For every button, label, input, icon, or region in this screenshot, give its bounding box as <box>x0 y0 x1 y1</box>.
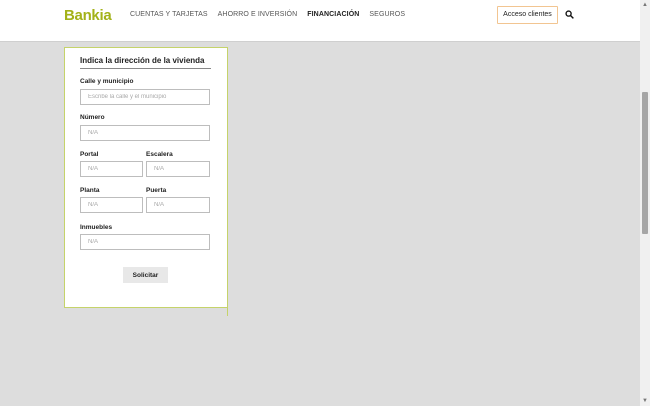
address-form-card: Indica la dirección de la vivienda Calle… <box>64 47 228 308</box>
scroll-thumb[interactable] <box>642 92 648 234</box>
door-input[interactable] <box>146 197 210 213</box>
properties-input[interactable] <box>80 234 210 250</box>
properties-label: Inmuebles <box>80 224 113 231</box>
nav-item-ahorro[interactable]: AHORRO E INVERSIÓN <box>218 10 298 20</box>
scroll-up-arrow-icon[interactable]: ▲ <box>640 0 650 10</box>
nav-item-seguros[interactable]: SEGUROS <box>369 10 405 20</box>
street-input[interactable] <box>80 89 210 105</box>
access-clients-button[interactable]: Acceso clientes <box>497 6 558 24</box>
nav-item-cuentas[interactable]: CUENTAS Y TARJETAS <box>130 10 208 20</box>
bankia-logo[interactable]: Bankia <box>64 7 112 24</box>
nav-item-financiacion[interactable]: FINANCIACIÓN <box>307 10 359 20</box>
scroll-down-arrow-icon[interactable]: ▼ <box>640 396 650 406</box>
submit-button[interactable]: Solicitar <box>123 267 168 283</box>
number-input[interactable] <box>80 125 210 141</box>
number-label: Número <box>80 114 105 121</box>
portal-input[interactable] <box>80 161 143 177</box>
main-nav: CUENTAS Y TARJETAS AHORRO E INVERSIÓN FI… <box>130 10 405 20</box>
floor-label: Planta <box>80 187 100 194</box>
search-icon[interactable] <box>565 10 574 19</box>
site-header: Bankia CUENTAS Y TARJETAS AHORRO E INVER… <box>0 0 640 42</box>
street-label: Calle y municipio <box>80 78 134 85</box>
stair-input[interactable] <box>146 161 210 177</box>
door-label: Puerta <box>146 187 167 194</box>
page-scrollbar[interactable]: ▲ ▼ <box>640 0 650 406</box>
floor-input[interactable] <box>80 197 143 213</box>
form-title: Indica la dirección de la vivienda <box>80 56 211 69</box>
portal-label: Portal <box>80 151 99 158</box>
stair-label: Escalera <box>146 151 173 158</box>
